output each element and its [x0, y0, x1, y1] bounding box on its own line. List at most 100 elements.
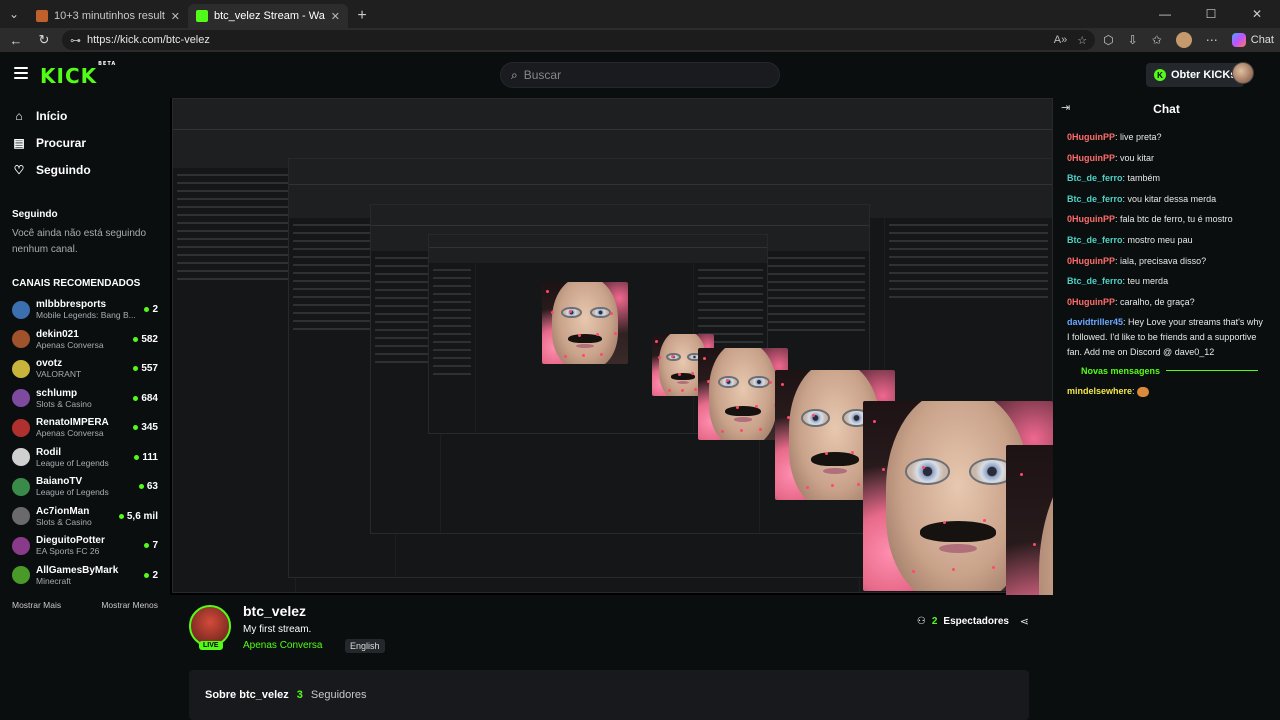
recommended-channel[interactable]: Rodil League of Legends 111 [0, 443, 170, 473]
maximize-icon[interactable]: ☐ [1188, 0, 1234, 28]
menu-icon[interactable] [14, 67, 28, 79]
chat-username[interactable]: 0HuguinPP [1067, 297, 1115, 307]
heart-icon: ♡ [13, 162, 25, 177]
recommended-channel[interactable]: mlbbbresports Mobile Legends: Bang B... 2 [0, 295, 170, 325]
back-icon[interactable]: ← [6, 33, 26, 48]
show-less-button[interactable]: Mostrar Menos [101, 600, 158, 610]
chat-username[interactable]: 0HuguinPP [1067, 256, 1115, 266]
user-avatar[interactable] [1232, 62, 1254, 84]
address-bar: ← ↻ ⊶ https://kick.com/btc-velez A» ☆ ⬡ … [0, 28, 1280, 52]
tab-label: btc_velez Stream - Watch Live on Kick [214, 10, 325, 22]
kick-logo[interactable]: KICKBETA [40, 61, 116, 88]
minimize-icon[interactable]: — [1142, 0, 1188, 28]
chat-text: vou kitar [1120, 152, 1155, 163]
chat-username[interactable]: 0HuguinPP [1067, 214, 1115, 224]
channel-category: Slots & Casino [36, 398, 92, 409]
url-field[interactable]: ⊶ https://kick.com/btc-velez A» ☆ [62, 30, 1096, 50]
chat-message: Btc_de_ferro: mostro meu pau [1067, 234, 1193, 245]
channel-name: BaianoTV [36, 476, 83, 488]
chat-text: caralho, de graça? [1120, 296, 1195, 307]
streamer-name[interactable]: btc_velez [243, 603, 306, 619]
recommended-title: CANAIS RECOMENDADOS [12, 278, 141, 289]
chat-panel: ⇥ Chat 0HuguinPP: live preta? 0HuguinPP: … [1053, 98, 1280, 720]
favorite-star-icon[interactable]: ☆ [1077, 34, 1087, 47]
get-kicks-button[interactable]: K Obter KICKs [1146, 63, 1245, 87]
chat-username[interactable]: 0HuguinPP [1067, 132, 1115, 142]
read-aloud-icon[interactable]: A» [1054, 34, 1067, 47]
live-dot-icon [133, 336, 139, 342]
chat-message: 0HuguinPP: fala btc de ferro, tu é mostr… [1067, 214, 1233, 225]
channel-viewers: 2 [144, 304, 158, 315]
new-messages-divider[interactable]: Novas mensagens [1067, 366, 1266, 376]
sidebar-item-following[interactable]: ♡ Seguindo [0, 156, 170, 183]
reload-icon[interactable]: ↻ [34, 32, 54, 48]
channel-category: EA Sports FC 26 [36, 546, 100, 557]
browser-tab-0[interactable]: 10+3 minutinhos resultados no Sanidade ✕ [28, 4, 188, 28]
chat-message: davidtriller45: Hey Love your streams th… [1067, 317, 1263, 358]
chat-message: 0HuguinPP: vou kitar [1067, 152, 1155, 163]
channel-avatar [12, 418, 30, 437]
recommended-channel[interactable]: ovotz VALORANT 557 [0, 354, 170, 384]
recommended-channel[interactable]: schlump Slots & Casino 684 [0, 384, 170, 414]
channel-category: Apenas Conversa [36, 339, 104, 350]
search-input[interactable] [523, 68, 754, 82]
close-icon[interactable]: ✕ [331, 10, 340, 23]
recommended-channel[interactable]: dekin021 Apenas Conversa 582 [0, 325, 170, 355]
chat-message: 0HuguinPP: live preta? [1067, 132, 1162, 142]
channel-viewers: 7 [144, 540, 158, 551]
chat-text: mostro meu pau [1127, 234, 1193, 245]
chat-username[interactable]: 0HuguinPP [1067, 153, 1115, 163]
stream-category[interactable]: Apenas Conversa [243, 640, 323, 651]
search-icon[interactable]: ⌕ [511, 68, 518, 83]
chat-message: 0HuguinPP: caralho, de graça? [1067, 296, 1195, 307]
recommended-channel[interactable]: BaianoTV League of Legends 63 [0, 472, 170, 502]
viewers-icon: ⚇ [916, 616, 926, 627]
about-title: Sobre btc_velez [205, 689, 289, 701]
copilot-button[interactable]: Chat [1231, 33, 1274, 47]
recommended-channel[interactable]: Ac7ionMan Slots & Casino 5,6 mil [0, 502, 170, 532]
chat-text: live preta? [1120, 132, 1162, 142]
chat-message: Btc_de_ferro: vou kitar dessa merda [1067, 193, 1217, 204]
window-controls: — ☐ ✕ [1142, 0, 1280, 28]
chat-username[interactable]: davidtriller45 [1067, 317, 1123, 327]
video-player[interactable] [170, 98, 1053, 595]
kick-favicon-icon [196, 10, 208, 22]
browser-tab-1[interactable]: btc_velez Stream - Watch Live on Kick ✕ [188, 4, 348, 28]
tab-actions-icon[interactable]: ⌄ [0, 0, 28, 28]
share-icon[interactable]: ⋖ [1020, 615, 1029, 628]
recommended-channel[interactable]: AllGamesByMark Minecraft 2 [0, 561, 170, 591]
profile-avatar[interactable] [1175, 32, 1192, 48]
site-info-icon[interactable]: ⊶ [70, 34, 81, 47]
chat-username[interactable]: Btc_de_ferro [1067, 235, 1123, 245]
new-tab-icon[interactable]: + [348, 4, 376, 28]
live-dot-icon [138, 484, 144, 490]
sidebar-item-browse[interactable]: ▤ Procurar [0, 129, 170, 156]
recommended-channel[interactable]: DieguitoPotter EA Sports FC 26 7 [0, 531, 170, 561]
url-text: https://kick.com/btc-velez [87, 34, 210, 46]
channel-avatar [12, 359, 30, 378]
recommended-channel[interactable]: RenatoIMPERA Apenas Conversa 345 [0, 413, 170, 443]
chat-text: fala btc de ferro, tu é mostro [1120, 214, 1233, 225]
more-options-icon[interactable]: ⋯ [1206, 33, 1218, 47]
chat-text: vou kitar dessa merda [1127, 193, 1217, 204]
sidebar-item-home[interactable]: ⌂ Início [0, 102, 170, 129]
search-bar: ⌕ [500, 62, 780, 88]
chat-username[interactable]: Btc_de_ferro [1067, 194, 1123, 204]
language-tag[interactable]: English [345, 639, 385, 653]
chat-messages: 0HuguinPP: live preta? 0HuguinPP: vou kit… [1053, 130, 1280, 399]
chat-username[interactable]: Btc_de_ferro [1067, 276, 1123, 286]
tab-label: 10+3 minutinhos resultados no Sanidade [54, 10, 165, 22]
show-more-button[interactable]: Mostrar Mais [12, 600, 61, 610]
extensions-icon[interactable]: ⬡ [1103, 33, 1113, 47]
channel-name: RenatoIMPERA [36, 417, 109, 429]
copilot-label: Chat [1250, 34, 1274, 46]
chat-username[interactable]: Btc_de_ferro [1067, 173, 1123, 183]
chat-username[interactable]: mindelsewhere [1067, 386, 1132, 396]
window-close-icon[interactable]: ✕ [1234, 0, 1280, 28]
close-icon[interactable]: ✕ [171, 10, 180, 23]
live-dot-icon [144, 307, 150, 313]
sidebar-nav: ⌂ Início ▤ Procurar ♡ Seguindo [0, 102, 170, 183]
favorites-icon[interactable]: ✩ [1152, 33, 1162, 47]
chat-message: 0HuguinPP: iala, precisava disso? [1067, 255, 1207, 266]
downloads-icon[interactable]: ⇩ [1128, 33, 1138, 47]
